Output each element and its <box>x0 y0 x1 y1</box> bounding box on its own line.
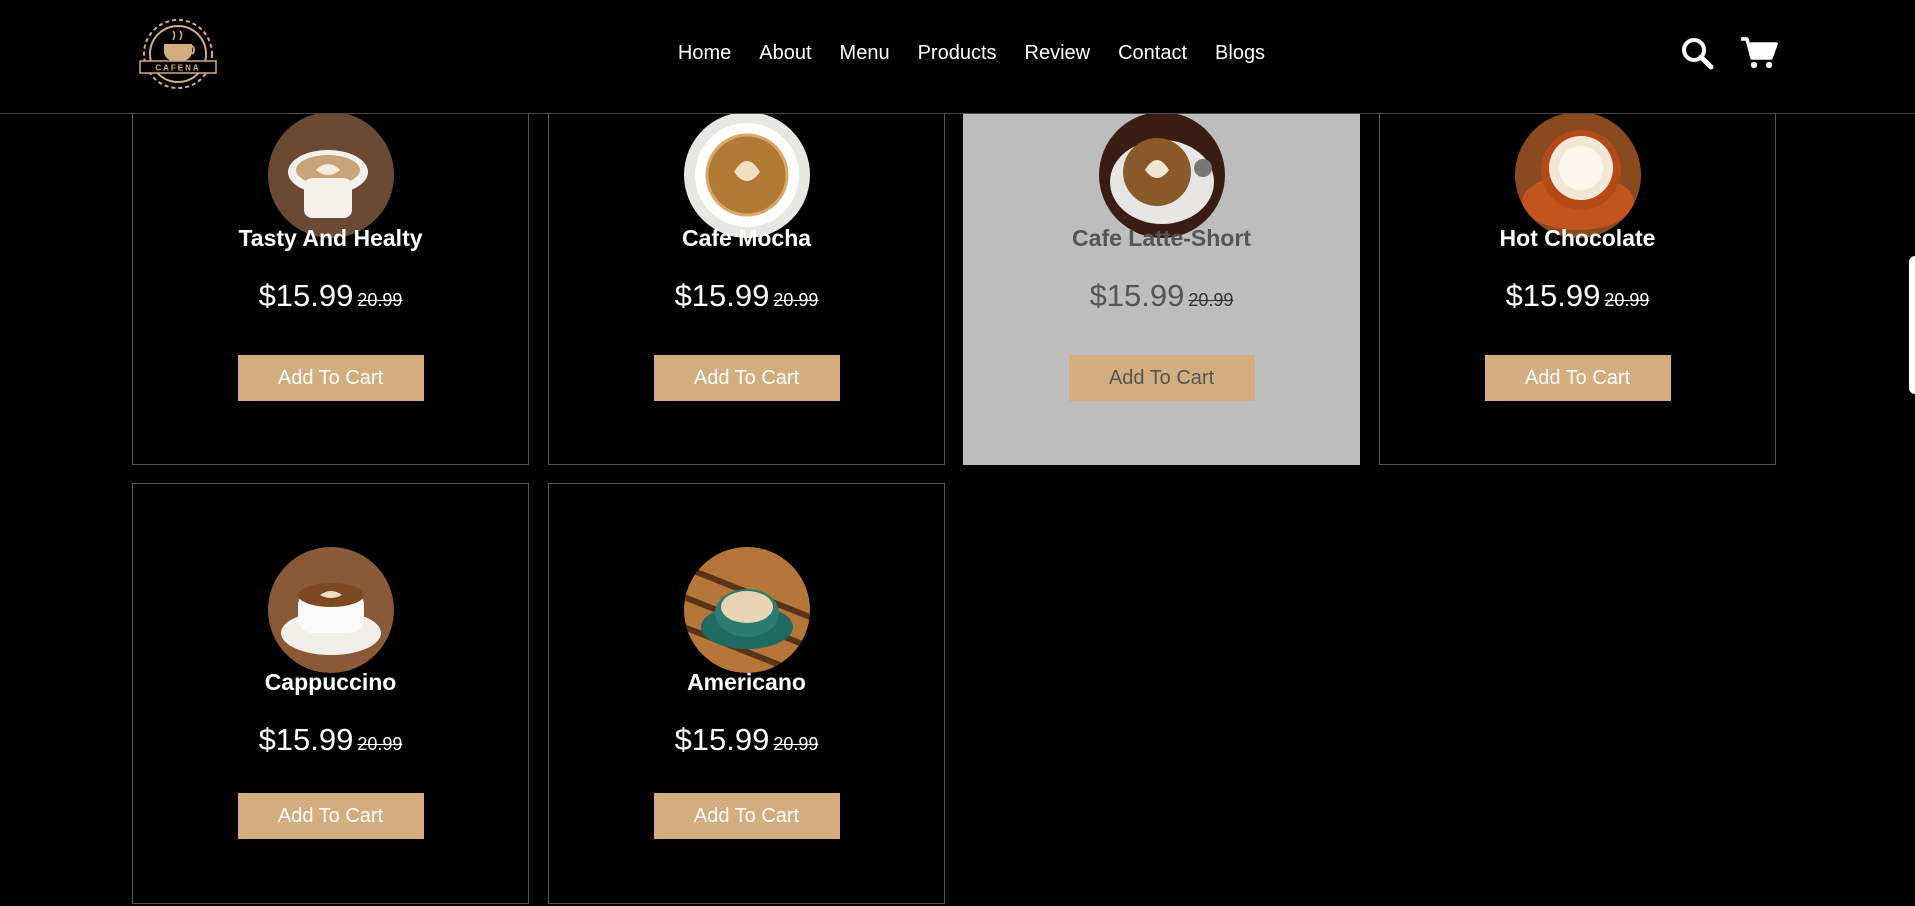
current-price: $15.99 <box>258 722 354 757</box>
add-to-cart-button[interactable]: Add To Cart <box>653 355 840 401</box>
search-icon[interactable] <box>1680 36 1714 75</box>
product-price: $15.99 20.99 <box>549 722 944 758</box>
old-price: 20.99 <box>773 290 819 310</box>
add-to-cart-button[interactable]: Add To Cart <box>653 793 840 839</box>
cart-icon[interactable] <box>1740 36 1778 75</box>
product-name: Cappuccino <box>264 669 397 695</box>
current-price: $15.99 <box>674 278 770 313</box>
product-card: Americano $15.99 20.99 Add To Cart <box>548 483 945 904</box>
product-image <box>1514 112 1641 238</box>
old-price: 20.99 <box>1188 290 1234 310</box>
product-name: Cafe Mocha <box>681 225 812 251</box>
product-name: Hot Chocolate <box>1499 225 1656 251</box>
product-price: $15.99 20.99 <box>133 722 528 758</box>
old-price: 20.99 <box>773 734 819 754</box>
add-to-cart-button[interactable]: Add To Cart <box>237 355 424 401</box>
product-card: Cappuccino $15.99 20.99 Add To Cart <box>132 483 529 904</box>
product-price: $15.99 20.99 <box>1380 278 1775 314</box>
add-to-cart-button[interactable]: Add To Cart <box>237 793 424 839</box>
product-price: $15.99 20.99 <box>133 278 528 314</box>
product-name: Tasty And Healty <box>238 225 423 251</box>
product-image <box>683 547 810 673</box>
header-icons <box>1680 36 1778 75</box>
current-price: $15.99 <box>1089 278 1185 313</box>
product-name: Cafe Latte-Short <box>1072 225 1251 251</box>
nav-contact[interactable]: Contact <box>1118 42 1187 65</box>
product-price: $15.99 20.99 <box>549 278 944 314</box>
product-name: Americano <box>687 669 806 695</box>
product-image <box>267 547 394 673</box>
old-price: 20.99 <box>357 734 403 754</box>
add-to-cart-button[interactable]: Add To Cart <box>1068 355 1255 401</box>
old-price: 20.99 <box>1604 290 1650 310</box>
nav-menu[interactable]: Menu <box>840 42 890 65</box>
site-header: CAFENA Home About Menu Products Review C… <box>0 0 1915 114</box>
product-image <box>267 112 394 238</box>
old-price: 20.99 <box>357 290 403 310</box>
nav-blogs[interactable]: Blogs <box>1215 42 1265 65</box>
add-to-cart-button[interactable]: Add To Cart <box>1484 355 1671 401</box>
current-price: $15.99 <box>258 278 354 313</box>
current-price: $15.99 <box>674 722 770 757</box>
product-image <box>683 112 810 238</box>
product-image <box>1098 112 1225 238</box>
main-nav: Home About Menu Products Review Contact … <box>0 42 1915 65</box>
nav-about[interactable]: About <box>759 42 811 65</box>
product-price: $15.99 20.99 <box>964 278 1359 314</box>
side-tab[interactable] <box>1909 256 1915 394</box>
nav-home[interactable]: Home <box>678 42 731 65</box>
current-price: $15.99 <box>1505 278 1601 313</box>
nav-review[interactable]: Review <box>1025 42 1091 65</box>
nav-products[interactable]: Products <box>918 42 997 65</box>
